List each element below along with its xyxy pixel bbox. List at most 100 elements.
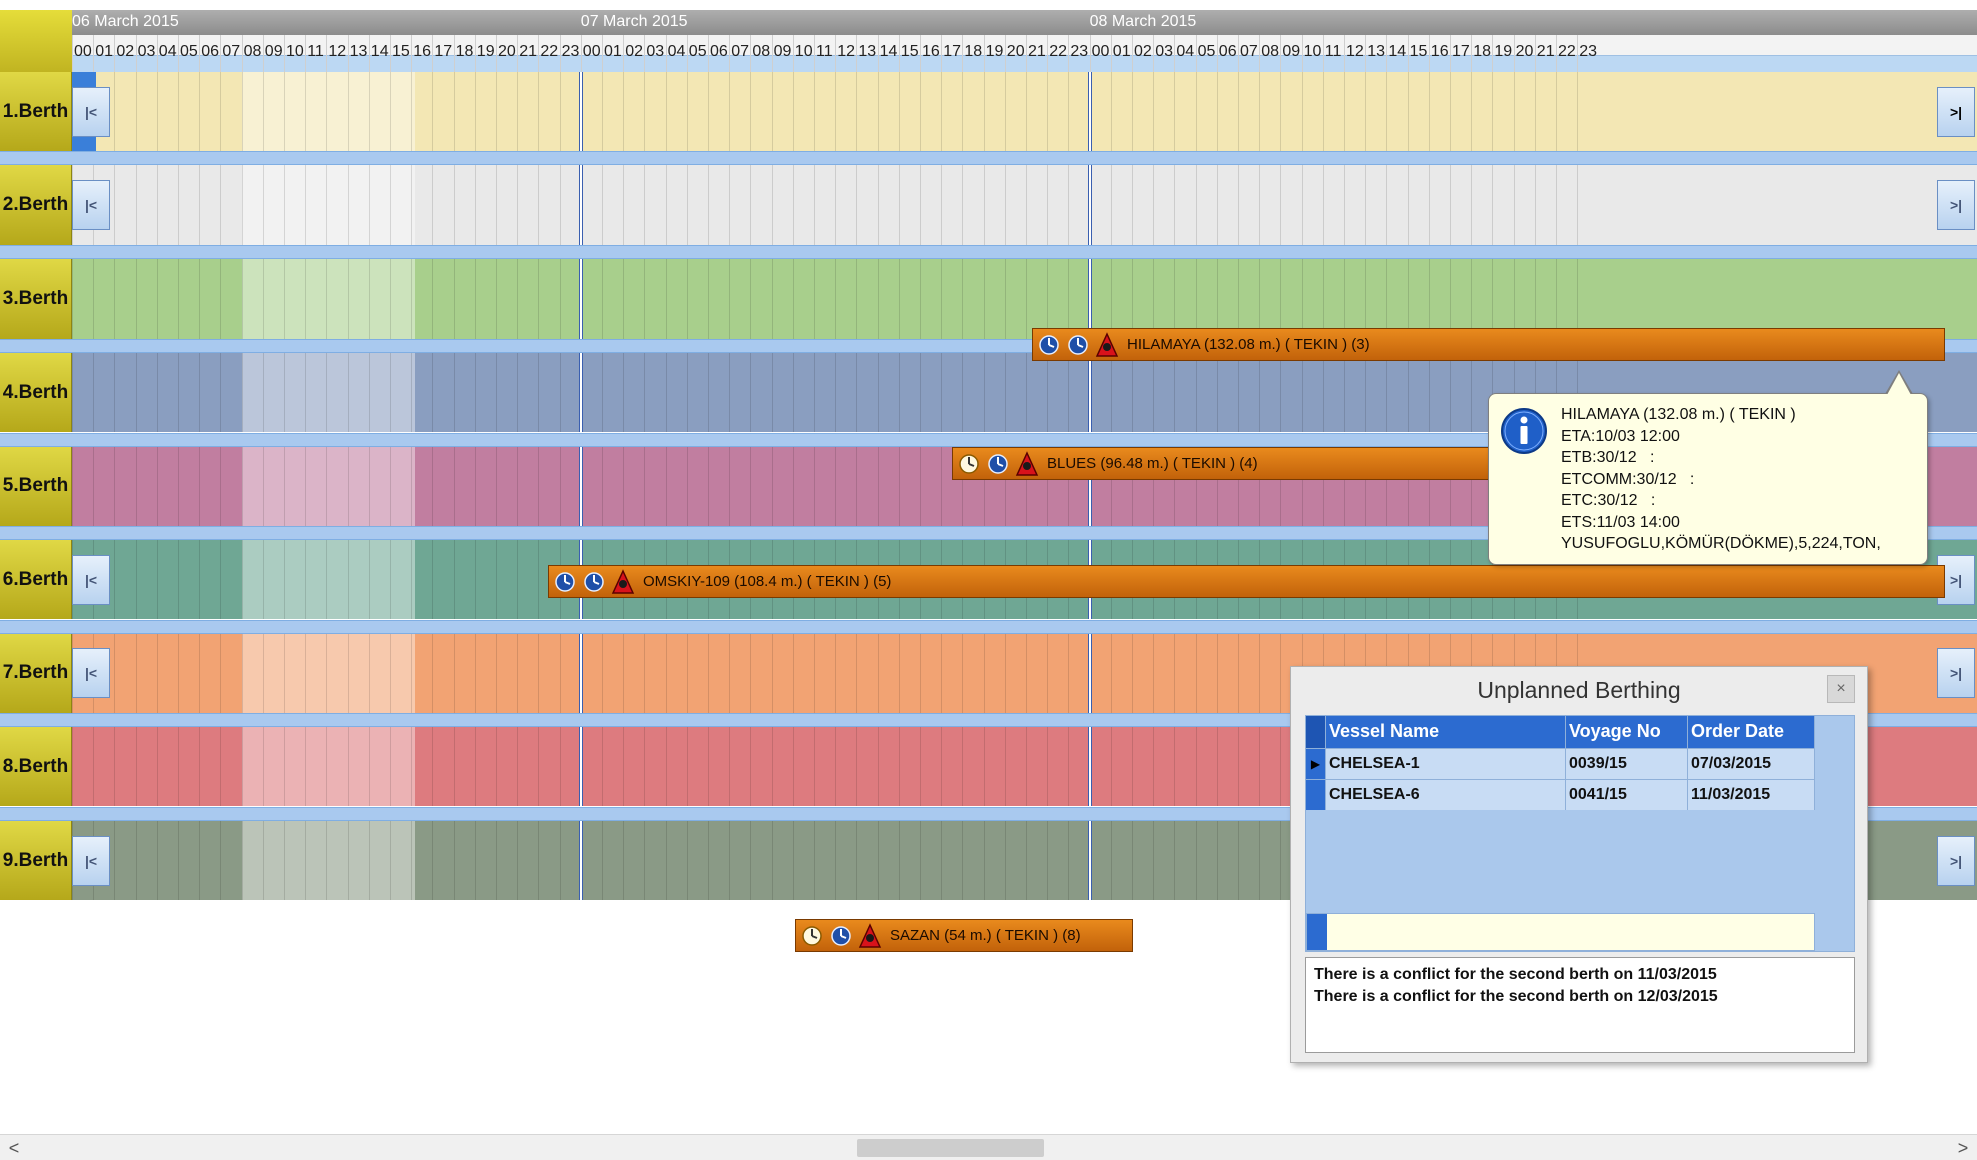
hour-gridline: [708, 446, 709, 526]
cell-order-date[interactable]: 11/03/2015: [1688, 780, 1815, 810]
cell-voyage-no[interactable]: 0039/15: [1566, 749, 1688, 779]
vessel-bar[interactable]: BLUES (96.48 m.) ( TEKIN ) (4): [952, 447, 1500, 480]
hour-cell: 04: [1174, 35, 1195, 72]
scroll-thumb[interactable]: [857, 1139, 1044, 1157]
hour-gridline: [602, 353, 603, 432]
vessel-bar[interactable]: HILAMAYA (132.08 m.) ( TEKIN ) (3): [1032, 328, 1945, 361]
column-voyage-no[interactable]: Voyage No: [1566, 716, 1688, 748]
cell-voyage-no[interactable]: 0041/15: [1566, 780, 1688, 810]
hour-label: 21: [1028, 43, 1046, 60]
hour-gridline: [199, 633, 201, 713]
grid-header-rowhead[interactable]: [1306, 716, 1326, 748]
scroll-to-start-button[interactable]: |<: [72, 835, 110, 886]
berth-row[interactable]: 3.Berth: [0, 259, 1977, 339]
grid-header: Vessel Name Voyage No Order Date: [1306, 716, 1815, 748]
hour-gridline: [284, 540, 285, 619]
hour-gridline: [750, 259, 752, 339]
scroll-to-end-button[interactable]: >|: [1937, 180, 1975, 230]
column-vessel-name[interactable]: Vessel Name: [1326, 716, 1566, 748]
cell-vessel-name[interactable]: CHELSEA-1: [1326, 749, 1566, 779]
grid-new-row[interactable]: [1306, 913, 1815, 951]
hour-gridline: [665, 353, 667, 432]
hour-gridline: [1407, 259, 1409, 339]
berth-track[interactable]: [72, 165, 1977, 245]
day-divider: [578, 633, 583, 713]
scroll-to-start-button[interactable]: |<: [72, 180, 110, 230]
hour-gridline: [1195, 353, 1197, 432]
column-order-date[interactable]: Order Date: [1688, 716, 1815, 748]
hour-gridline: [1026, 727, 1027, 806]
hour-gridline: [941, 72, 943, 151]
row-header[interactable]: [1306, 780, 1326, 810]
row-header[interactable]: ▶: [1306, 749, 1326, 779]
hour-gridline: [72, 353, 73, 432]
hour-gridline: [835, 259, 837, 339]
dialog-close-button[interactable]: ×: [1827, 675, 1855, 703]
hour-gridline: [962, 165, 964, 245]
hour-gridline: [920, 633, 921, 713]
hour-gridline: [623, 821, 625, 900]
hour-cell: 02: [623, 35, 644, 72]
hour-gridline: [474, 72, 476, 151]
unplanned-vessels-grid[interactable]: Vessel Name Voyage No Order Date ▶ CHELSE…: [1305, 715, 1855, 952]
berth-track[interactable]: [72, 259, 1977, 339]
hour-gridline: [941, 821, 943, 900]
scroll-to-end-button[interactable]: >|: [1937, 835, 1975, 886]
hour-gridline: [220, 259, 222, 339]
hour-gridline: [814, 259, 815, 339]
scroll-to-end-button[interactable]: >|: [1937, 86, 1975, 137]
hour-label: 20: [1515, 43, 1534, 60]
alert-bell-icon: [857, 922, 883, 949]
hour-gridline: [1259, 633, 1261, 713]
hour-gridline: [814, 821, 815, 900]
scroll-right-arrow[interactable]: >: [1953, 1138, 1973, 1158]
day-divider: [578, 353, 583, 432]
hour-gridline: [1322, 165, 1324, 245]
hour-gridline: [559, 446, 561, 526]
scroll-to-start-button[interactable]: |<: [72, 554, 110, 605]
hour-gridline: [199, 165, 201, 245]
hour-cell: 11: [1322, 35, 1344, 72]
clock-white-icon: [799, 923, 825, 949]
hour-gridline: [199, 727, 201, 806]
hour-gridline: [1047, 727, 1049, 806]
hour-gridline: [1004, 165, 1006, 245]
hour-cell: 22: [1556, 35, 1577, 72]
hour-label: 21: [1536, 43, 1555, 60]
unplanned-berthing-dialog[interactable]: Unplanned Berthing × Vessel Name Voyage …: [1290, 666, 1868, 1063]
scroll-to-start-button[interactable]: |<: [72, 86, 110, 137]
hour-gridline: [432, 540, 434, 619]
clock-blue-icon: [828, 923, 854, 949]
berth-row[interactable]: 1.Berth |< >|: [0, 72, 1977, 151]
vessel-bar[interactable]: SAZAN (54 m.) ( TEKIN ) (8): [795, 919, 1133, 952]
hour-gridline: [792, 259, 794, 339]
hour-gridline: [1004, 72, 1006, 151]
cell-vessel-name[interactable]: CHELSEA-6: [1326, 780, 1566, 810]
berth-row[interactable]: 2.Berth |< >|: [0, 165, 1977, 245]
cell-order-date[interactable]: 07/03/2015: [1688, 749, 1815, 779]
berth-track[interactable]: [72, 72, 1977, 151]
hour-gridline: [114, 446, 116, 526]
hour-gridline: [135, 446, 137, 526]
hour-gridline: [792, 727, 794, 806]
hour-gridline: [199, 821, 201, 900]
vessel-bar[interactable]: OMSKIY-109 (108.4 m.) ( TEKIN ) (5): [548, 565, 1945, 598]
scroll-to-start-button[interactable]: |<: [72, 648, 110, 698]
scroll-to-end-button[interactable]: >|: [1937, 648, 1975, 698]
hour-gridline: [284, 259, 285, 339]
horizontal-scrollbar[interactable]: < >: [0, 1134, 1977, 1160]
clock-blue-icon: [985, 451, 1011, 477]
hour-gridline: [368, 446, 370, 526]
hour-gridline: [496, 259, 497, 339]
table-row[interactable]: CHELSEA-6 0041/15 11/03/2015: [1306, 779, 1815, 810]
hour-gridline: [496, 353, 497, 432]
hour-gridline: [496, 821, 497, 900]
hour-gridline: [326, 72, 328, 151]
hour-gridline: [1110, 821, 1112, 900]
table-row[interactable]: ▶ CHELSEA-1 0039/15 07/03/2015: [1306, 748, 1815, 779]
tooltip-line: YUSUFOGLU,KÖMÜR(DÖKME),5,224,TON,: [1561, 535, 1881, 552]
hour-label: 19: [1494, 43, 1513, 60]
conflict-message-box[interactable]: There is a conflict for the second berth…: [1305, 957, 1855, 1053]
berth-label: 9.Berth: [0, 821, 72, 900]
scroll-left-arrow[interactable]: <: [4, 1138, 24, 1158]
